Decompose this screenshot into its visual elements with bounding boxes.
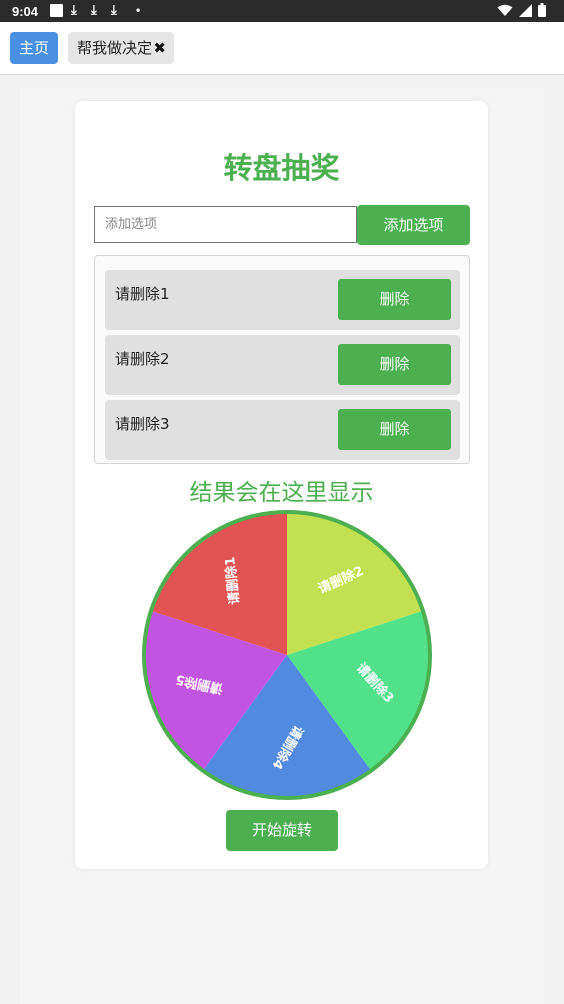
dot-icon: • <box>136 3 141 17</box>
tab-decide[interactable]: 帮我做决定 ✖ <box>68 32 174 64</box>
status-bar: 9:04 ⤓ ⤓ ⤓ • <box>0 0 564 22</box>
status-time: 9:04 <box>12 4 39 19</box>
download-icon: ⤓ <box>71 2 77 17</box>
option-label: 请删除1 <box>115 285 170 303</box>
wheel-card: 转盘抽奖 添加选项 请删除1 删除 请删除2 删除 请删除3 删除 结果会在这里… <box>75 101 488 869</box>
options-list: 请删除1 删除 请删除2 删除 请删除3 删除 <box>94 255 470 464</box>
option-label: 请删除2 <box>115 350 170 368</box>
download-icon: ⤓ <box>111 2 117 17</box>
add-option-button[interactable]: 添加选项 <box>357 205 470 245</box>
option-input[interactable] <box>94 206 357 243</box>
battery-icon <box>538 3 546 17</box>
list-item: 请删除1 删除 <box>105 270 460 330</box>
list-item: 请删除2 删除 <box>105 335 460 395</box>
download-icon: ⤓ <box>91 2 97 17</box>
top-tab-bar: 主页 帮我做决定 ✖ <box>0 22 564 75</box>
prize-wheel[interactable]: 请删除1 请删除2请删除3请删除4请删除5 <box>141 509 433 801</box>
close-icon[interactable]: ✖ <box>153 32 166 64</box>
result-text: 结果会在这里显示 <box>189 480 374 506</box>
tab-home[interactable]: 主页 <box>10 32 58 64</box>
spin-button[interactable]: 开始旋转 <box>226 810 338 851</box>
option-label: 请删除3 <box>115 415 170 433</box>
tab-decide-label: 帮我做决定 <box>77 39 153 57</box>
list-item: 请删除3 删除 <box>105 400 460 460</box>
delete-button[interactable]: 删除 <box>338 344 451 385</box>
notification-square-icon <box>50 4 63 17</box>
page-title: 转盘抽奖 <box>223 151 340 185</box>
delete-button[interactable]: 删除 <box>338 279 451 320</box>
signal-icon <box>519 3 532 17</box>
delete-button[interactable]: 删除 <box>338 409 451 450</box>
wifi-icon <box>497 4 513 16</box>
